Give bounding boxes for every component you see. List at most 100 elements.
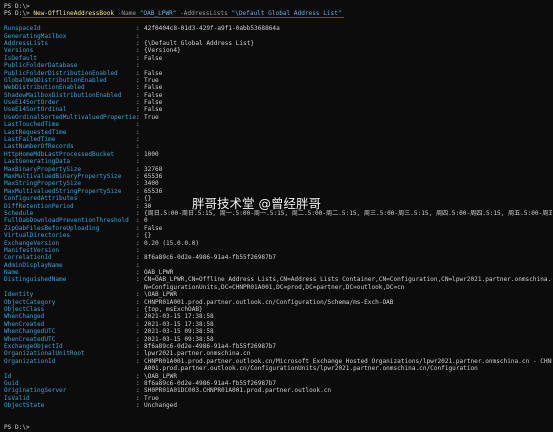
property-value: {}: [144, 232, 152, 240]
property-row: ShadowMailboxDistributionEnabled: False: [4, 92, 552, 99]
command-line[interactable]: PS D:\> New-OfflineAddressBook -Name "OA…: [4, 10, 552, 18]
property-value: A001.prod.partner.outlook.cn/Configurati…: [144, 365, 478, 373]
property-value: 65536: [144, 187, 163, 195]
property-row: Id: \OAB_LPWR: [4, 373, 552, 380]
separator: :: [136, 136, 140, 144]
property-value: 8f6a89c6-0d2e-4986-91a4-fb55f26987b7: [144, 254, 277, 262]
property-row: WhenCreatedUTC:2021-03-15 09:38:58: [4, 336, 552, 343]
separator: :: [136, 158, 140, 166]
powershell-console[interactable]: PS D:\> PS D:\> New-OfflineAddressBook -…: [4, 3, 552, 432]
property-key: MaxStringPropertySize: [4, 180, 82, 188]
property-key: ObjectState: [4, 402, 45, 410]
property-row: ManifestVersion:: [4, 247, 552, 254]
property-row: UseE14SortOrdinal: False: [4, 106, 552, 113]
property-row: WebDistributionEnabled: False: [4, 84, 552, 91]
property-list: RunspaceId:42f0404c8-01d3-429f-a9f1-0abb…: [4, 25, 552, 409]
property-row: MaxStringPropertySize:3400: [4, 180, 552, 187]
property-key: WhenCreated: [4, 320, 45, 328]
property-key: LastTouchedTime: [4, 121, 60, 129]
property-value: False: [144, 99, 163, 107]
property-key: GeneratingMailbox: [4, 32, 67, 40]
separator: :: [136, 84, 140, 92]
property-row: OrganizationalUnitRoot: lpwr2021.partner.…: [4, 350, 552, 357]
property-row: VirtualDirectories: {}: [4, 232, 552, 239]
separator: :: [136, 232, 140, 240]
property-row: LastNumberOfRecords:: [4, 143, 552, 150]
separator: :: [136, 239, 140, 247]
separator: :: [136, 372, 140, 380]
property-row: ExchangeVersion:0.20 (15.0.0.0): [4, 240, 552, 247]
separator: :: [136, 180, 140, 188]
property-key: RunspaceId: [4, 25, 41, 33]
property-row: FullOabDownloadPreventionThreshold:0: [4, 217, 552, 224]
separator: :: [136, 328, 140, 336]
property-row: LastTouchedTime:: [4, 121, 552, 128]
prompt-line: PS D:\>: [4, 3, 30, 10]
property-key: MaxMultivaluedBinaryPropertySize: [4, 172, 122, 180]
separator: :: [136, 39, 140, 47]
separator: :: [136, 106, 140, 114]
property-key: FullOabDownloadPreventionThreshold: [4, 217, 129, 225]
property-value: 0.20 (15.0.0.0): [144, 239, 200, 247]
separator: :: [136, 128, 140, 136]
property-row: WhenChangedUTC:2021-03-15 09:38:58: [4, 328, 552, 335]
property-key: WhenChangedUTC: [4, 328, 56, 336]
property-row: DistinguishedName: CN=OAB_LPWR,CN=Offline…: [4, 276, 552, 283]
property-key: Id: [4, 372, 12, 380]
property-key: AdminDisplayName: [4, 261, 63, 269]
property-row: LastGeneratingData:: [4, 158, 552, 165]
separator: :: [136, 69, 140, 77]
property-key: ObjectCategory: [4, 298, 56, 306]
property-row: ObjectClass: {top, msExchOAB}: [4, 306, 552, 313]
property-key: ShadowMailboxDistributionEnabled: [4, 91, 122, 99]
property-key: WhenChanged: [4, 313, 45, 321]
separator: :: [136, 32, 140, 40]
property-key: OriginatingServer: [4, 387, 67, 395]
property-key: OrganizationalUnitRoot: [4, 350, 85, 358]
property-value: False: [144, 106, 163, 114]
separator: :: [136, 254, 140, 262]
property-key: UseE14SortOrdinal: [4, 106, 67, 114]
property-row: Versions: {Version4}: [4, 47, 552, 54]
property-key: GlobalWebDistributionEnabled: [4, 76, 107, 84]
property-row: AddressLists: {\Default Global Address Li…: [4, 40, 552, 47]
property-value: [144, 158, 552, 165]
separator: :: [136, 150, 140, 158]
property-value: lpwr2021.partner.onmschina.cn: [144, 350, 251, 358]
property-value: CHNPR01A001.prod.partner.outlook.cn/Micr…: [144, 357, 552, 365]
property-key: LastRequestedTime: [4, 128, 67, 136]
property-value: True: [144, 394, 159, 402]
property-value: True: [144, 76, 159, 84]
property-row: Identity: \OAB_LPWR: [4, 291, 552, 298]
property-key: WhenCreatedUTC: [4, 335, 56, 343]
property-key: Name: [4, 269, 19, 277]
separator: :: [136, 313, 140, 321]
property-row: PublicFolderDistributionEnabled: False: [4, 70, 552, 77]
property-row: ExchangeObjectId:8f6a89c6-0d2e-4986-91a4…: [4, 343, 552, 350]
property-key: LastNumberOfRecords: [4, 143, 74, 151]
property-key: IsDefault: [4, 54, 38, 62]
property-value: 2021-03-15 09:38:58: [144, 328, 214, 336]
property-value: {\Default Global Address List}: [144, 39, 255, 47]
property-value: {top, msExchOAB}: [144, 306, 203, 314]
property-value: False: [144, 54, 163, 62]
property-row: IsDefault: False: [4, 55, 552, 62]
property-row: WhenChanged:2021-03-15 17:38:58: [4, 313, 552, 320]
property-value: {Version4}: [144, 47, 181, 55]
separator: :: [136, 99, 140, 107]
property-key: Identity: [4, 291, 34, 299]
property-value: {周日.5:00-周日.5:15, 周一.5:00-周一.5:15, 周二.5:…: [144, 209, 552, 217]
property-value: [144, 136, 552, 143]
property-row: WhenCreated:2021-03-15 17:38:58: [4, 321, 552, 328]
property-key: LastGeneratingData: [4, 158, 71, 166]
separator: :: [136, 269, 140, 277]
separator: :: [136, 335, 140, 343]
property-value: Unchanged: [144, 402, 178, 410]
property-value: 1000: [144, 150, 159, 158]
separator: :: [136, 217, 140, 225]
separator: :: [136, 121, 140, 129]
separator: :: [136, 25, 140, 33]
property-row: LastFailedTime:: [4, 136, 552, 143]
property-value: 8f6a89c6-0d2e-4986-91a4-fb55f26987b7: [144, 379, 277, 387]
